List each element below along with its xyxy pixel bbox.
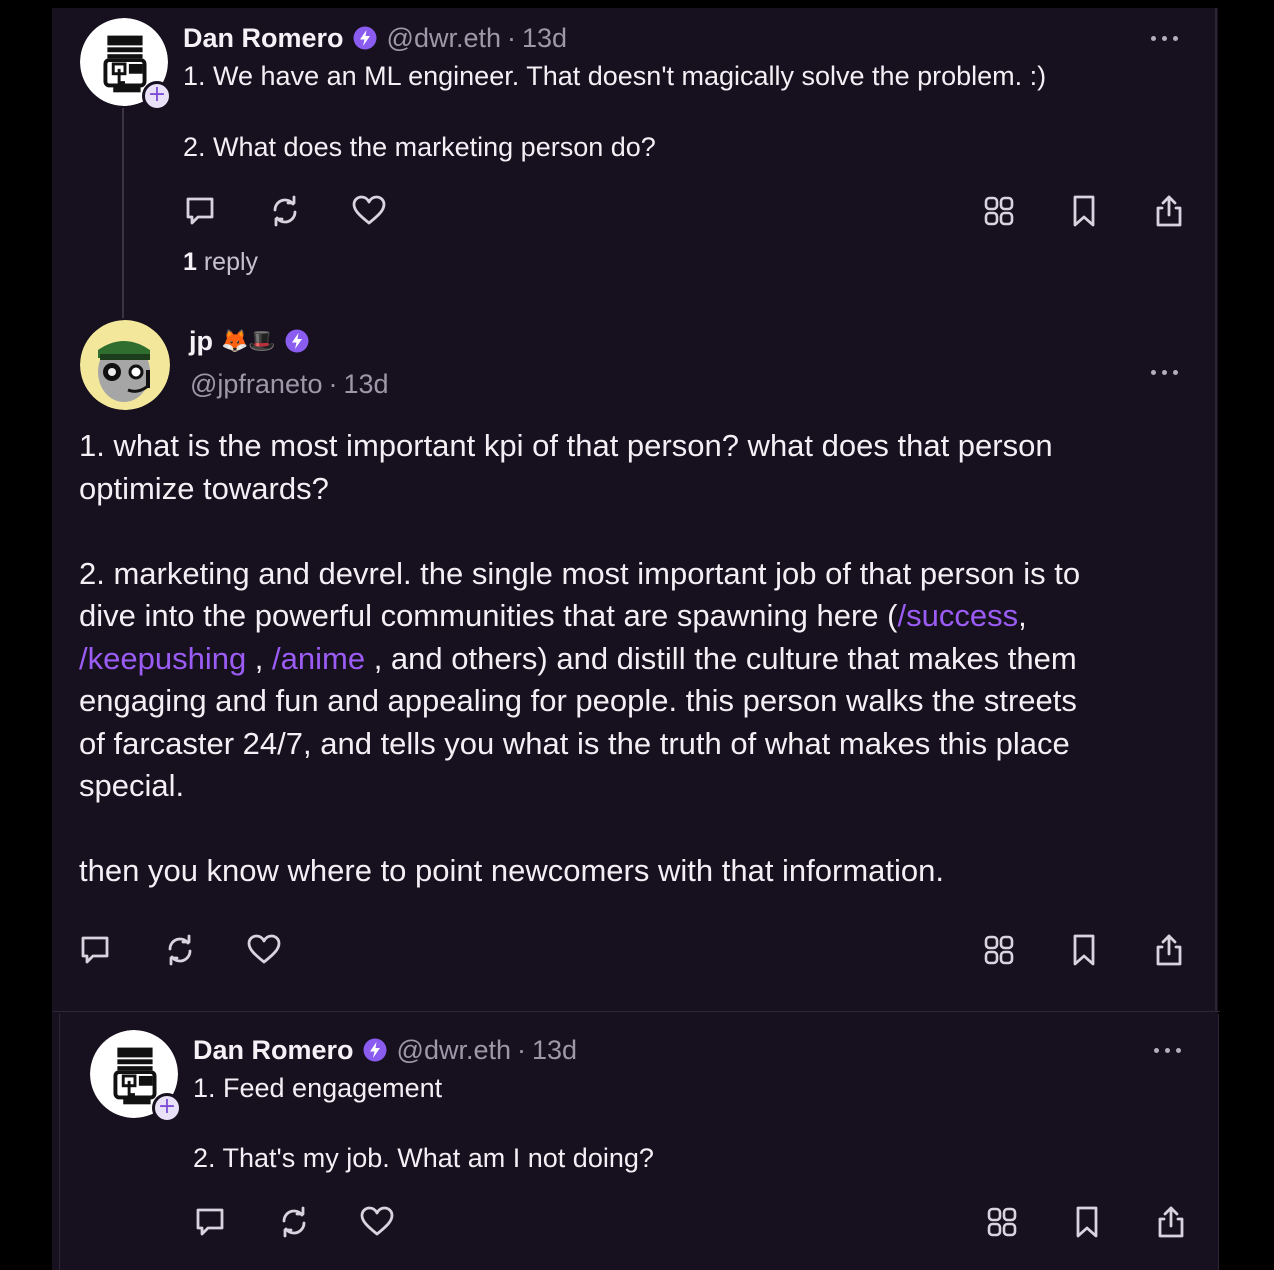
text-span: dive into the powerful communities that … [79,598,898,633]
author-name[interactable]: Dan Romero [193,1035,354,1066]
channel-link-keepushing[interactable]: /keepushing [79,641,246,676]
follow-plus-icon[interactable]: + [152,1093,182,1123]
reply-border-left [59,1014,60,1270]
more-icon[interactable] [1151,370,1178,375]
cast-text-line: 2. What does the marketing person do? [183,132,656,162]
reply-border-right [1218,1014,1219,1270]
paragraph-3: then you know where to point newcomers w… [79,853,945,888]
text-span: , and others) and distill the culture th… [365,640,1077,676]
paragraph-2-line: of farcaster 24/7, and tells you what is… [79,725,1070,761]
grid-icon[interactable] [984,1204,1020,1240]
cast-header: Dan Romero @dwr.eth · 13d [193,1032,577,1068]
cast-text-line: 1. We have an ML engineer. That doesn't … [183,61,1047,91]
bookmark-icon[interactable] [1069,1204,1105,1240]
power-badge-icon [363,1038,387,1062]
cast-header: jp 🦊🎩 [189,322,309,360]
thread-connector-line [122,108,124,318]
separator: · [507,22,516,53]
comment-icon[interactable] [77,932,113,968]
recast-icon[interactable] [276,1204,312,1240]
share-icon[interactable] [1153,1204,1189,1240]
paragraph-2-line: /keepushing , /anime , and others) and d… [79,638,1189,681]
author-handle[interactable]: @jpfraneto [190,369,322,400]
paragraph-2-line: engaging and fun and appealing for peopl… [79,683,1077,718]
power-badge-icon [353,26,377,50]
reply-count: 1 [183,248,197,276]
author-handle[interactable]: @dwr.eth [387,23,501,54]
separator: · [328,368,338,399]
timestamp[interactable]: 13d [343,369,388,400]
recast-icon[interactable] [162,932,198,968]
channel-link-success[interactable]: /success [898,598,1019,633]
cast-subheader: @jpfraneto · 13d [190,366,389,402]
author-emojis: 🦊🎩 [221,328,276,354]
panel-border-right [1215,8,1217,1012]
reply-count-link[interactable]: 1 reply [183,248,258,277]
avatar[interactable] [80,320,170,410]
cast-text-line: 2. That's my job. What am I not doing? [193,1143,654,1173]
grid-icon[interactable] [981,932,1017,968]
reply-label: reply [203,248,259,276]
divider [52,1011,1220,1012]
cast-text-line: 1. Feed engagement [193,1073,443,1103]
heart-icon[interactable] [351,193,387,229]
bookmark-icon[interactable] [1066,193,1102,229]
bookmark-icon[interactable] [1066,932,1102,968]
text-span: , [246,640,273,676]
grid-icon[interactable] [981,193,1017,229]
comment-icon[interactable] [192,1204,228,1240]
timestamp[interactable]: 13d [532,1035,577,1066]
follow-plus-icon[interactable]: + [142,81,172,111]
cast-header: Dan Romero @dwr.eth · 13d [183,20,567,56]
more-icon[interactable] [1151,36,1178,41]
author-handle[interactable]: @dwr.eth [397,1035,511,1066]
channel-link-anime[interactable]: /anime [272,641,365,676]
cast-body: 1. what is the most important kpi of tha… [79,425,1189,893]
timestamp[interactable]: 13d [522,23,567,54]
recast-icon[interactable] [267,193,303,229]
author-name[interactable]: jp [189,326,213,357]
more-icon[interactable] [1154,1048,1181,1053]
heart-icon[interactable] [246,932,282,968]
power-badge-icon [285,329,309,353]
paragraph-2-line: special. [79,768,185,803]
paragraph-1: 1. what is the most important kpi of tha… [79,428,1053,506]
share-icon[interactable] [1151,932,1187,968]
separator: · [517,1034,526,1065]
comment-icon[interactable] [182,193,218,229]
paragraph-2-line: 2. marketing and devrel. the single most… [79,555,1081,591]
heart-icon[interactable] [359,1204,395,1240]
jp-avatar-icon [80,320,170,410]
author-name[interactable]: Dan Romero [183,23,344,54]
share-icon[interactable] [1151,193,1187,229]
paragraph-2-line: dive into the powerful communities that … [79,595,1189,638]
text-span: , [1018,598,1027,633]
